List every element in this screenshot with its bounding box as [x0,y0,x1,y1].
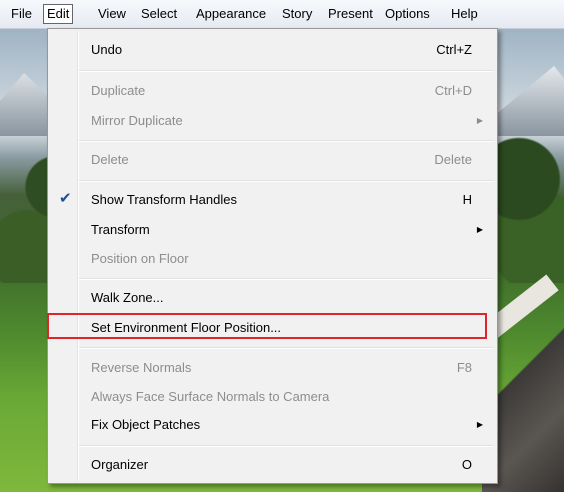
menu-item-label: Organizer [91,457,149,472]
menu-bar: File Edit View Select Appearance Story P… [0,0,564,29]
menu-options[interactable]: Options [383,6,432,22]
menu-item-shortcut: O [461,457,472,472]
menu-item-shortcut: Ctrl+D [434,83,472,98]
check-icon: ✔ [59,190,72,207]
menu-item-label: Always Face Surface Normals to Camera [91,389,330,404]
menu-item-always-face-surface-normals[interactable]: Always Face Surface Normals to Camera [50,385,495,409]
menu-separator [79,347,493,349]
menu-item-mirror-duplicate[interactable]: Mirror Duplicate ▶ [50,109,495,133]
menu-item-label: Walk Zone... [91,290,164,305]
menu-item-delete[interactable]: Delete Delete [50,148,495,172]
menu-item-label: Undo [91,42,123,57]
triangle-right-icon: ▶ [476,225,483,234]
menu-select[interactable]: Select [139,6,179,22]
menu-item-label: Fix Object Patches [91,417,201,432]
menu-item-shortcut: Delete [434,152,472,167]
menu-item-organizer[interactable]: Organizer O [50,453,495,477]
menu-item-label: Delete [91,152,129,167]
menu-item-reverse-normals[interactable]: Reverse Normals F8 [50,356,495,380]
menu-help[interactable]: Help [449,6,480,22]
menu-item-transform[interactable]: Transform ▶ [50,218,495,242]
menu-item-label: Position on Floor [91,251,189,266]
menu-item-shortcut: H [462,192,472,207]
menu-item-undo[interactable]: Undo Ctrl+Z [50,38,495,62]
menu-file[interactable]: File [9,6,34,22]
menu-item-shortcut: F8 [456,360,472,375]
menu-story[interactable]: Story [280,6,314,22]
menu-item-label: Mirror Duplicate [91,113,183,128]
menu-present[interactable]: Present [326,6,375,22]
menu-item-label: Duplicate [91,83,146,98]
menu-separator [79,180,493,182]
menu-separator [79,70,493,72]
menu-item-duplicate[interactable]: Duplicate Ctrl+D [50,79,495,103]
menu-item-set-environment-floor-position[interactable]: Set Environment Floor Position... [50,316,495,340]
triangle-right-icon: ▶ [476,420,483,429]
menu-item-show-transform-handles[interactable]: ✔ Show Transform Handles H [50,188,495,212]
menu-separator [79,140,493,142]
menu-item-fix-object-patches[interactable]: Fix Object Patches ▶ [50,413,495,437]
menu-separator [79,445,493,447]
menu-view[interactable]: View [96,6,128,22]
menu-edit[interactable]: Edit [43,4,74,24]
menu-item-label: Show Transform Handles [91,192,237,207]
triangle-right-icon: ▶ [476,116,483,125]
menu-appearance[interactable]: Appearance [194,6,268,22]
menu-item-label: Reverse Normals [91,360,192,375]
edit-menu-dropdown: Undo Ctrl+Z Duplicate Ctrl+D Mirror Dupl… [47,28,498,484]
menu-item-shortcut: Ctrl+Z [436,42,472,57]
menu-item-label: Set Environment Floor Position... [91,320,282,335]
menu-item-position-on-floor[interactable]: Position on Floor [50,247,495,271]
menu-separator [79,278,493,280]
menu-item-walk-zone[interactable]: Walk Zone... [50,286,495,310]
menu-item-label: Transform [91,222,150,237]
